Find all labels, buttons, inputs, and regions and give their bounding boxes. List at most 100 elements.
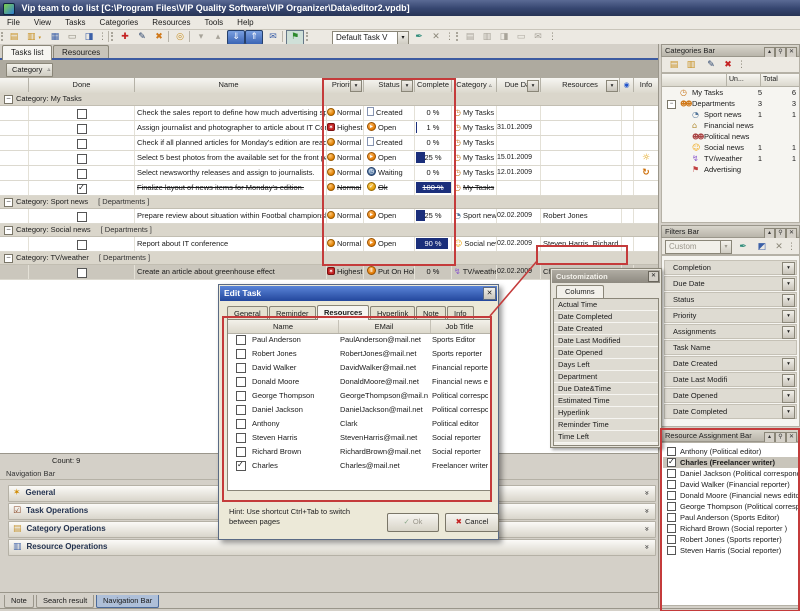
filter-dropdown-icon[interactable]: ▾ — [782, 358, 795, 371]
menu-item[interactable]: Tasks — [58, 16, 92, 29]
customization-column-item[interactable]: Due Date&Time — [554, 383, 658, 395]
category-tree-item[interactable]: Financial news — [662, 120, 799, 131]
email-tasks-icon[interactable]: ✉ — [529, 30, 547, 45]
filter-dropdown-icon[interactable]: ▾ — [782, 406, 795, 419]
edit-category-icon[interactable]: ✎ — [702, 58, 720, 73]
dialog-tab[interactable]: General — [227, 306, 268, 320]
navigation-flag-icon[interactable]: ⚑ — [286, 30, 304, 45]
table-row[interactable]: − Category: My Tasks — [0, 93, 658, 106]
resource-checkbox[interactable] — [667, 546, 676, 555]
tree-expand-icon[interactable]: − — [667, 100, 676, 109]
dialog-tab[interactable]: Note — [416, 306, 446, 320]
dock-tab[interactable]: Search result — [36, 595, 94, 608]
customization-title[interactable]: Customization — [552, 270, 660, 283]
resource-checkbox[interactable] — [667, 447, 676, 456]
task-view-combo[interactable]: Default Task V ▾ — [332, 31, 409, 45]
move-task-up-icon[interactable]: ▴ — [209, 30, 227, 45]
combo-arrow-icon[interactable]: ▾ — [720, 241, 731, 253]
resource-checkbox[interactable] — [236, 447, 246, 457]
table-row[interactable]: − Category: TV/weather[ Departments ] — [0, 252, 658, 265]
add-task-icon[interactable]: ✚ — [116, 30, 134, 45]
dialog-tab[interactable]: Hyperlink — [370, 306, 415, 320]
column-header-done[interactable]: Done — [28, 78, 135, 92]
table-row[interactable]: − Prepare review about situation within … — [0, 209, 658, 224]
resource-list-item[interactable]: Steven Harris (Social reporter) — [663, 545, 798, 556]
expand-all-icon[interactable]: ⇓ — [227, 30, 245, 45]
column-header-info[interactable]: Info — [634, 78, 658, 92]
category-tree-item[interactable]: My Tasks 5 6 — [662, 87, 799, 98]
status-filter-dropdown-icon[interactable]: ▾ — [401, 80, 413, 92]
customization-column-item[interactable]: Reminder Time — [554, 419, 658, 431]
chevron-expand-icon[interactable]: » — [640, 545, 654, 550]
menu-item[interactable]: Resources — [145, 16, 197, 29]
toolbar-overflow-icon[interactable]: ⋮ — [97, 30, 107, 45]
resource-list-item[interactable]: David Walker (Financial reporter) — [663, 479, 798, 490]
delete-category-icon[interactable]: ✖ — [719, 58, 737, 73]
resource-list-item[interactable]: Donald Moore (Financial news editor) — [663, 490, 798, 501]
resource-table-row[interactable]: David Walker DavidWalker@mail.net Financ… — [228, 361, 490, 375]
resource-checkbox[interactable] — [236, 349, 246, 359]
customization-column-item[interactable]: Hyperlink — [554, 407, 658, 419]
done-checkbox[interactable] — [77, 240, 87, 250]
dialog-titlebar[interactable]: Edit Task — [220, 286, 497, 301]
resource-checkbox[interactable] — [236, 405, 246, 415]
done-checkbox[interactable] — [77, 184, 87, 194]
category-tree-item[interactable]: Sport news 1 1 — [662, 109, 799, 120]
column-header-name[interactable]: Name — [134, 78, 324, 92]
category-tree-item[interactable]: Advertising — [662, 164, 799, 175]
due-date-filter-dropdown-icon[interactable]: ▾ — [527, 80, 539, 92]
column-header-status[interactable]: Status▾ — [364, 78, 415, 92]
resource-table-row[interactable]: Daniel Jackson DanielJackson@mail.net Po… — [228, 403, 490, 417]
customization-column-item[interactable]: Estimated Time — [554, 395, 658, 407]
menu-item[interactable]: Categories — [93, 16, 146, 29]
close-icon[interactable]: ✕ — [648, 271, 659, 282]
filter-dropdown-icon[interactable]: ▾ — [782, 390, 795, 403]
category-tree-item[interactable]: Social news 1 1 — [662, 142, 799, 153]
resource-checkbox[interactable] — [667, 458, 676, 467]
dock-tab[interactable]: Navigation Bar — [96, 595, 159, 608]
filters-bar-caption[interactable]: Filters Bar ▴ ⚲ ✕ — [661, 225, 800, 238]
clear-filter-icon[interactable]: ◩ — [753, 240, 771, 255]
group-collapse-icon[interactable]: − — [4, 198, 13, 207]
resource-list-item[interactable]: Paul Anderson (Sports Editor) — [663, 512, 798, 523]
resource-checkbox[interactable] — [667, 502, 676, 511]
filter-dropdown-icon[interactable]: ▾ — [782, 278, 795, 291]
customization-column-item[interactable]: Actual Time — [554, 299, 658, 311]
category-tree-item[interactable]: TV/weather 1 1 — [662, 153, 799, 164]
dialog-close-icon[interactable]: ✕ — [483, 287, 496, 300]
priority-filter-dropdown-icon[interactable]: ▾ — [350, 80, 362, 92]
delete-task-icon[interactable]: ✖ — [150, 30, 168, 45]
resource-table-row[interactable]: Robert Jones RobertJones@mail.net Sports… — [228, 347, 490, 361]
done-checkbox[interactable] — [77, 139, 87, 149]
resource-checkbox[interactable] — [236, 419, 246, 429]
filter-dropdown-icon[interactable]: ▾ — [782, 262, 795, 275]
resource-checkbox[interactable] — [667, 491, 676, 500]
resource-checkbox[interactable] — [667, 513, 676, 522]
print-icon[interactable]: ▭ — [63, 30, 81, 45]
save-filter-icon[interactable]: ✒ — [734, 240, 752, 255]
chevron-expand-icon[interactable]: » — [640, 527, 654, 532]
done-checkbox[interactable] — [77, 169, 87, 179]
group-by-chip[interactable]: Category ▵ — [6, 63, 53, 77]
print-tasks-icon[interactable]: ▭ — [512, 30, 530, 45]
column-header-resources[interactable]: Resources▾ — [541, 78, 620, 92]
menu-item[interactable]: View — [27, 16, 58, 29]
menu-item[interactable]: File — [0, 16, 27, 29]
ok-button[interactable]: ✓Ok — [387, 513, 439, 532]
resource-list-item[interactable]: Anthony (Political editor) — [663, 446, 798, 457]
table-row[interactable]: − Select 5 best photos from the availabl… — [0, 151, 658, 166]
new-database-icon[interactable]: ▤ — [5, 30, 23, 45]
delete-view-icon[interactable]: ✕ — [427, 30, 445, 45]
toolbar-overflow-icon[interactable]: ⋮ — [786, 240, 796, 255]
customization-column-item[interactable]: Days Left — [554, 359, 658, 371]
resource-list-item[interactable]: Robert Jones (Sports reporter) — [663, 534, 798, 545]
resource-checkbox[interactable] — [667, 524, 676, 533]
toolbar-overflow-icon[interactable]: ⋮ — [736, 58, 746, 73]
customization-tab-columns[interactable]: Columns — [556, 285, 604, 298]
filter-dropdown-icon[interactable]: ▾ — [782, 326, 795, 339]
chevron-expand-icon[interactable]: » — [640, 491, 654, 496]
group-collapse-icon[interactable]: − — [4, 95, 13, 104]
resource-checkbox[interactable] — [667, 480, 676, 489]
dock-tab[interactable]: Note — [4, 595, 34, 608]
table-row[interactable]: − Select newsworthy releases and assign … — [0, 166, 658, 181]
